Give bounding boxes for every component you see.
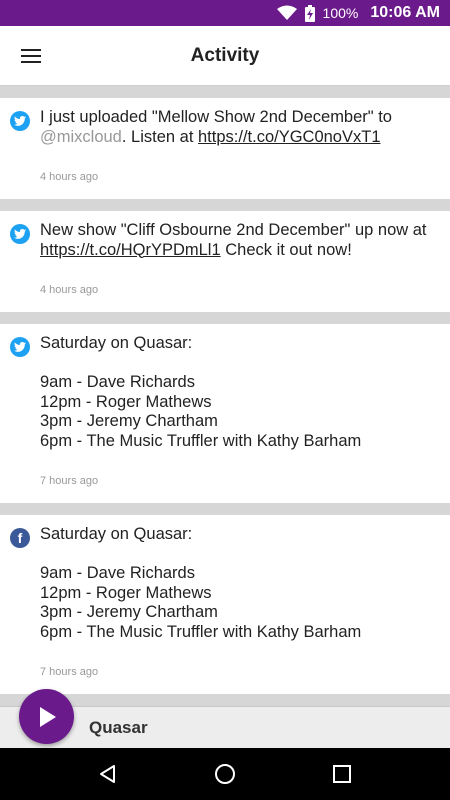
back-button[interactable] <box>88 754 128 794</box>
status-bar: 100% 10:06 AM <box>0 0 450 26</box>
twitter-icon <box>10 111 30 131</box>
post-text: Saturday on Quasar: 9am - Dave Richards … <box>40 525 362 641</box>
recents-icon <box>332 765 351 783</box>
play-button[interactable] <box>19 689 74 744</box>
system-nav-bar <box>0 748 450 800</box>
twitter-icon <box>10 224 30 244</box>
clock: 10:06 AM <box>370 4 440 21</box>
post-text: I just uploaded "Mellow Show 2nd Decembe… <box>40 108 397 146</box>
post-timestamp: 7 hours ago <box>40 666 99 678</box>
battery-charging-icon <box>304 4 315 22</box>
menu-button[interactable] <box>0 26 62 86</box>
app-bar: Activity <box>0 26 450 86</box>
post-timestamp: 4 hours ago <box>40 284 99 296</box>
post-timestamp: 4 hours ago <box>40 171 99 183</box>
recents-button[interactable] <box>322 754 362 794</box>
battery-percent: 100% <box>322 5 359 21</box>
activity-feed[interactable]: I just uploaded "Mellow Show 2nd Decembe… <box>0 86 450 706</box>
post-timestamp: 7 hours ago <box>40 475 99 487</box>
home-icon <box>214 764 235 784</box>
post-text: New show "Cliff Osbourne 2nd December" u… <box>40 221 432 259</box>
twitter-icon <box>10 337 30 357</box>
play-icon <box>39 706 56 727</box>
feed-item[interactable]: New show "Cliff Osbourne 2nd December" u… <box>0 211 450 312</box>
feed-item[interactable]: f Saturday on Quasar: 9am - Dave Richard… <box>0 515 450 694</box>
station-name: Quasar <box>89 717 148 737</box>
feed-item[interactable]: Saturday on Quasar: 9am - Dave Richards … <box>0 324 450 503</box>
feed-item[interactable]: I just uploaded "Mellow Show 2nd Decembe… <box>0 98 450 199</box>
back-icon <box>100 765 116 783</box>
post-link[interactable]: https://t.co/HQrYPDmLl1 <box>40 241 221 259</box>
mention-link[interactable]: @mixcloud <box>40 128 122 146</box>
home-button[interactable] <box>205 754 245 794</box>
wifi-icon <box>276 5 297 21</box>
post-link[interactable]: https://t.co/YGC0noVxT1 <box>198 128 381 146</box>
hamburger-menu-icon <box>21 48 41 63</box>
facebook-icon: f <box>10 528 30 548</box>
post-text: Saturday on Quasar: 9am - Dave Richards … <box>40 334 362 450</box>
page-title: Activity <box>190 44 260 66</box>
